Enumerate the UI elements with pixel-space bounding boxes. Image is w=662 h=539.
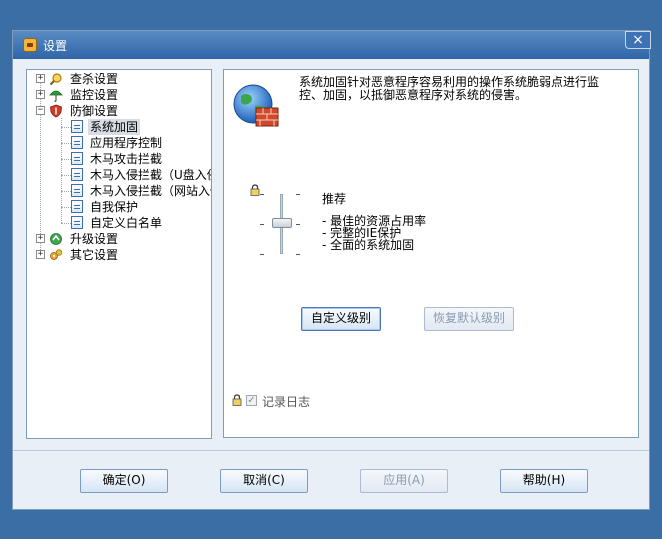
app-logo-icon — [23, 38, 37, 52]
settings-tree: + 查杀设置 + 监控设置 − 防御设置 系统加固 应用程序控制 木马攻击拦截 … — [26, 69, 212, 439]
page-icon — [71, 184, 83, 197]
window-title: 设置 — [43, 39, 68, 53]
gears-icon — [50, 249, 63, 260]
page-icon — [71, 216, 83, 229]
system-hardening-panel: 系统加固针对恶意程序容易利用的操作系统脆弱点进行监 控、加固，以抵御恶意程序对系… — [223, 69, 639, 438]
slider-thumb[interactable] — [272, 218, 292, 228]
tree-item-label: 木马攻击拦截 — [90, 152, 163, 166]
title-bar[interactable]: 设置 × — [13, 31, 651, 59]
umbrella-icon — [49, 90, 63, 102]
tree-item-web-intrusion-block[interactable]: 木马入侵拦截（网站入侵） — [27, 183, 211, 199]
slider-tick — [296, 254, 300, 255]
tree-item-self-protection[interactable]: 自我保护 — [27, 199, 211, 215]
page-icon — [71, 168, 83, 181]
tree-item-custom-whitelist[interactable]: 自定义白名单 — [27, 215, 211, 231]
tree-item-label: 自我保护 — [90, 200, 139, 214]
expand-toggle[interactable]: + — [36, 90, 45, 99]
slider-tick — [260, 224, 264, 225]
tree-item-system-hardening[interactable]: 系统加固 — [27, 119, 211, 135]
tree-item-label: 查杀设置 — [70, 72, 119, 86]
tree-item-upgrade-settings[interactable]: + 升级设置 — [27, 231, 211, 247]
tree-item-monitor-settings[interactable]: + 监控设置 — [27, 87, 211, 103]
log-label: 记录日志 — [262, 395, 311, 409]
tree-item-label: 防御设置 — [70, 104, 119, 118]
tree-item-other-settings[interactable]: + 其它设置 — [27, 247, 211, 263]
help-button[interactable]: 帮助(H) — [500, 469, 588, 493]
tree-item-trojan-attack-block[interactable]: 木马攻击拦截 — [27, 151, 211, 167]
slider-tick — [260, 194, 264, 195]
lock-icon — [232, 394, 242, 406]
slider-tick — [260, 254, 264, 255]
ok-button[interactable]: 确定(O) — [80, 469, 168, 493]
page-icon — [71, 200, 83, 213]
footer-divider — [13, 450, 649, 451]
level-features: - 最佳的资源占用率 - 完整的IE保护 - 全面的系统加固 — [322, 215, 426, 251]
tree-item-label: 升级设置 — [70, 232, 119, 246]
log-checkbox[interactable]: ✓ — [246, 395, 257, 406]
tree-item-label: 应用程序控制 — [90, 136, 163, 150]
settings-dialog: 设置 × + 查杀设置 + 监控设置 − 防御设置 系统加固 应用程序控制 木马… — [12, 30, 651, 510]
close-button[interactable]: × — [625, 31, 651, 49]
level-title: 推荐 — [322, 192, 347, 206]
tree-item-usb-intrusion-block[interactable]: 木马入侵拦截（U盘入侵） — [27, 167, 211, 183]
globe-firewall-icon — [233, 84, 279, 127]
magnifier-bug-icon — [49, 73, 62, 86]
tree-item-label: 木马入侵拦截（U盘入侵） — [90, 168, 211, 182]
security-level-slider[interactable] — [250, 184, 310, 264]
level-feature-item: - 全面的系统加固 — [322, 238, 415, 252]
tree-item-defense-settings[interactable]: − 防御设置 — [27, 103, 211, 119]
slider-tick — [296, 194, 300, 195]
page-icon — [71, 152, 83, 165]
tree-item-label: 自定义白名单 — [90, 216, 163, 230]
tree-item-label-selected: 系统加固 — [88, 119, 141, 135]
tree-item-app-control[interactable]: 应用程序控制 — [27, 135, 211, 151]
tree-item-scan-settings[interactable]: + 查杀设置 — [27, 71, 211, 87]
tree-item-label: 其它设置 — [70, 248, 119, 262]
expand-toggle[interactable]: + — [36, 250, 45, 259]
collapse-toggle[interactable]: − — [36, 106, 45, 115]
cancel-button[interactable]: 取消(C) — [220, 469, 308, 493]
apply-button[interactable]: 应用(A) — [360, 469, 448, 493]
expand-toggle[interactable]: + — [36, 74, 45, 83]
restore-default-level-button[interactable]: 恢复默认级别 — [424, 307, 514, 331]
slider-tick — [296, 224, 300, 225]
tree-item-label: 监控设置 — [70, 88, 119, 102]
tree-item-label: 木马入侵拦截（网站入侵） — [90, 184, 211, 198]
expand-toggle[interactable]: + — [36, 234, 45, 243]
custom-level-button[interactable]: 自定义级别 — [301, 307, 381, 331]
page-icon — [71, 120, 83, 133]
upgrade-globe-icon — [50, 233, 62, 245]
feature-description: 系统加固针对恶意程序容易利用的操作系统脆弱点进行监 控、加固，以抵御恶意程序对系… — [299, 76, 629, 102]
description-line-2: 控、加固，以抵御恶意程序对系统的侵害。 — [299, 88, 528, 102]
shield-icon — [50, 104, 62, 118]
page-icon — [71, 136, 83, 149]
